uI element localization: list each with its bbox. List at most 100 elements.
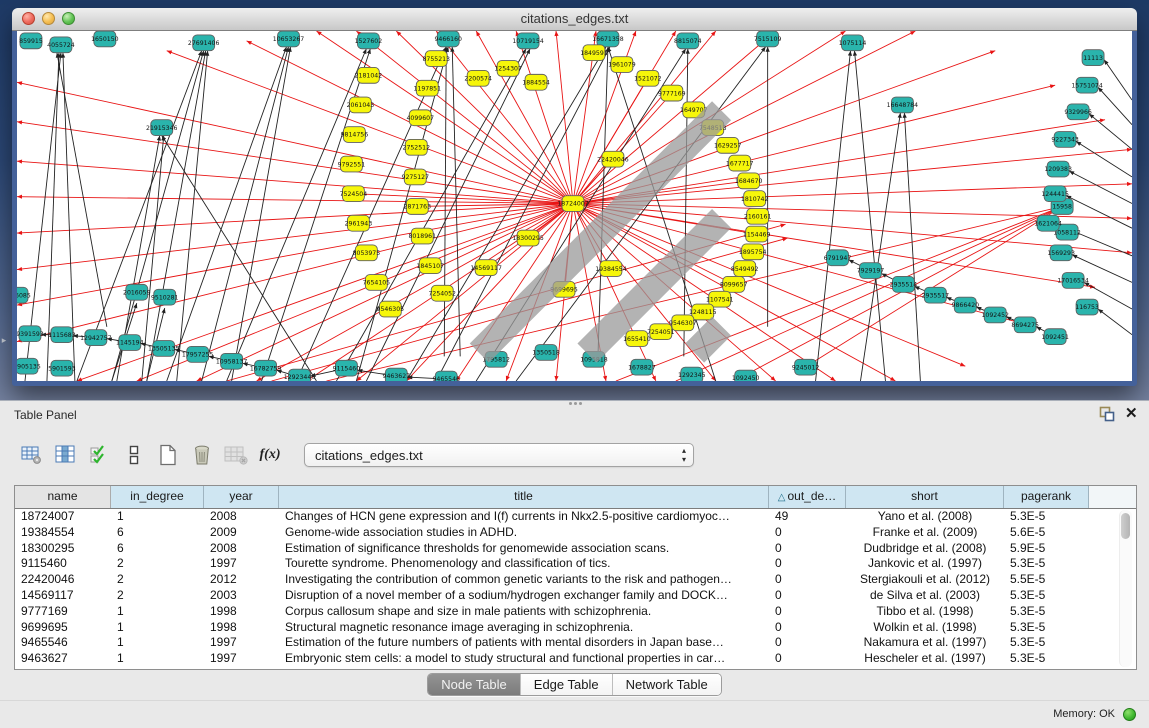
cell-out_degree[interactable]: 0	[769, 556, 846, 572]
float-panel-icon[interactable]	[1099, 406, 1115, 422]
cell-out_degree[interactable]: 0	[769, 588, 846, 604]
cell-year[interactable]: 1998	[204, 620, 279, 636]
show-columns-icon[interactable]	[52, 442, 80, 468]
table-scrollbar[interactable]	[1119, 510, 1132, 667]
cell-out_degree[interactable]: 0	[769, 620, 846, 636]
cell-in_degree[interactable]: 1	[111, 635, 204, 651]
cell-in_degree[interactable]: 1	[111, 620, 204, 636]
cell-pagerank[interactable]: 5.3E-5	[1004, 556, 1089, 572]
column-header-short[interactable]: short	[846, 486, 1004, 508]
cell-name[interactable]: 9699695	[15, 620, 111, 636]
cell-in_degree[interactable]: 2	[111, 572, 204, 588]
column-header-name[interactable]: name	[15, 486, 111, 508]
cell-in_degree[interactable]: 1	[111, 604, 204, 620]
panel-collapse-arrow[interactable]: ▸	[0, 332, 8, 348]
cell-title[interactable]: Disruption of a novel member of a sodium…	[279, 588, 769, 604]
cell-name[interactable]: 9777169	[15, 604, 111, 620]
resize-grip[interactable]	[17, 31, 1131, 380]
cell-pagerank[interactable]: 5.3E-5	[1004, 635, 1089, 651]
cell-year[interactable]: 2003	[204, 588, 279, 604]
cell-year[interactable]: 2012	[204, 572, 279, 588]
cell-in_degree[interactable]: 1	[111, 651, 204, 667]
tab-node-table[interactable]: Node Table	[428, 674, 521, 695]
select-all-icon[interactable]	[86, 442, 114, 468]
cell-year[interactable]: 1997	[204, 635, 279, 651]
cell-short[interactable]: Nakamura et al. (1997)	[846, 635, 1004, 651]
column-header-out_degree[interactable]: △out_de…	[769, 486, 846, 508]
column-header-in_degree[interactable]: in_degree	[111, 486, 204, 508]
cell-in_degree[interactable]: 2	[111, 556, 204, 572]
table-row[interactable]: 969969511998Structural magnetic resonanc…	[15, 620, 1136, 636]
delete-table-icon[interactable]	[222, 442, 250, 468]
cell-pagerank[interactable]: 5.6E-5	[1004, 525, 1089, 541]
cell-short[interactable]: Hescheler et al. (1997)	[846, 651, 1004, 667]
cell-name[interactable]: 9465546	[15, 635, 111, 651]
cell-name[interactable]: 14569117	[15, 588, 111, 604]
cell-in_degree[interactable]: 1	[111, 509, 204, 525]
cell-name[interactable]: 9463627	[15, 651, 111, 667]
cell-short[interactable]: Jankovic et al. (1997)	[846, 556, 1004, 572]
cell-title[interactable]: Estimation of significance thresholds fo…	[279, 541, 769, 557]
cell-title[interactable]: Changes of HCN gene expression and I(f) …	[279, 509, 769, 525]
cell-pagerank[interactable]: 5.3E-5	[1004, 604, 1089, 620]
cell-out_degree[interactable]: 0	[769, 541, 846, 557]
table-row[interactable]: 1938455462009Genome-wide association stu…	[15, 525, 1136, 541]
cell-pagerank[interactable]: 5.5E-5	[1004, 572, 1089, 588]
cell-title[interactable]: Investigating the contribution of common…	[279, 572, 769, 588]
minimize-window-button[interactable]	[42, 12, 55, 25]
cell-pagerank[interactable]: 5.3E-5	[1004, 651, 1089, 667]
cell-name[interactable]: 9115460	[15, 556, 111, 572]
cell-pagerank[interactable]: 5.3E-5	[1004, 509, 1089, 525]
cell-in_degree[interactable]: 6	[111, 541, 204, 557]
table-row[interactable]: 946362711997Embryonic stem cells: a mode…	[15, 651, 1136, 667]
cell-year[interactable]: 2008	[204, 541, 279, 557]
table-row[interactable]: 911546021997Tourette syndrome. Phenomeno…	[15, 556, 1136, 572]
cell-short[interactable]: Franke et al. (2009)	[846, 525, 1004, 541]
table-row[interactable]: 977716911998Corpus callosum shape and si…	[15, 604, 1136, 620]
cell-out_degree[interactable]: 0	[769, 604, 846, 620]
zoom-window-button[interactable]	[62, 12, 75, 25]
network-canvas[interactable]: 8599154055724165015027691406106532671527…	[17, 31, 1132, 381]
table-row[interactable]: 1456911722003Disruption of a novel membe…	[15, 588, 1136, 604]
cell-title[interactable]: Structural magnetic resonance image aver…	[279, 620, 769, 636]
close-panel-icon[interactable]: ✕	[1125, 406, 1141, 422]
cell-title[interactable]: Corpus callosum shape and size in male p…	[279, 604, 769, 620]
table-row[interactable]: 1830029562008Estimation of significance …	[15, 541, 1136, 557]
cell-name[interactable]: 22420046	[15, 572, 111, 588]
window-titlebar[interactable]: citations_edges.txt	[12, 8, 1137, 31]
cell-short[interactable]: de Silva et al. (2003)	[846, 588, 1004, 604]
cell-short[interactable]: Yano et al. (2008)	[846, 509, 1004, 525]
deselect-rows-icon[interactable]	[120, 442, 148, 468]
column-header-title[interactable]: title	[279, 486, 769, 508]
cell-short[interactable]: Tibbo et al. (1998)	[846, 604, 1004, 620]
cell-short[interactable]: Stergiakouli et al. (2012)	[846, 572, 1004, 588]
cell-pagerank[interactable]: 5.3E-5	[1004, 588, 1089, 604]
cell-out_degree[interactable]: 0	[769, 635, 846, 651]
cell-pagerank[interactable]: 5.9E-5	[1004, 541, 1089, 557]
cell-name[interactable]: 19384554	[15, 525, 111, 541]
cell-out_degree[interactable]: 0	[769, 572, 846, 588]
cell-year[interactable]: 1997	[204, 651, 279, 667]
new-column-icon[interactable]	[154, 442, 182, 468]
cell-title[interactable]: Genome-wide association studies in ADHD.	[279, 525, 769, 541]
cell-year[interactable]: 2009	[204, 525, 279, 541]
tab-network-table[interactable]: Network Table	[613, 674, 721, 695]
cell-out_degree[interactable]: 0	[769, 525, 846, 541]
cell-year[interactable]: 2008	[204, 509, 279, 525]
cell-title[interactable]: Embryonic stem cells: a model to study s…	[279, 651, 769, 667]
cell-in_degree[interactable]: 2	[111, 588, 204, 604]
cell-short[interactable]: Wolkin et al. (1998)	[846, 620, 1004, 636]
cell-title[interactable]: Estimation of the future numbers of pati…	[279, 635, 769, 651]
cell-year[interactable]: 1997	[204, 556, 279, 572]
cell-pagerank[interactable]: 5.3E-5	[1004, 620, 1089, 636]
cell-out_degree[interactable]: 49	[769, 509, 846, 525]
scrollbar-thumb[interactable]	[1121, 513, 1130, 539]
table-source-dropdown[interactable]: citations_edges.txt ▴▾	[304, 443, 694, 467]
cell-name[interactable]: 18724007	[15, 509, 111, 525]
table-mode-icon[interactable]	[18, 442, 46, 468]
close-window-button[interactable]	[22, 12, 35, 25]
table-row[interactable]: 2242004622012Investigating the contribut…	[15, 572, 1136, 588]
column-header-pagerank[interactable]: pagerank	[1004, 486, 1089, 508]
table-row[interactable]: 1872400712008Changes of HCN gene express…	[15, 509, 1136, 525]
tab-edge-table[interactable]: Edge Table	[521, 674, 613, 695]
